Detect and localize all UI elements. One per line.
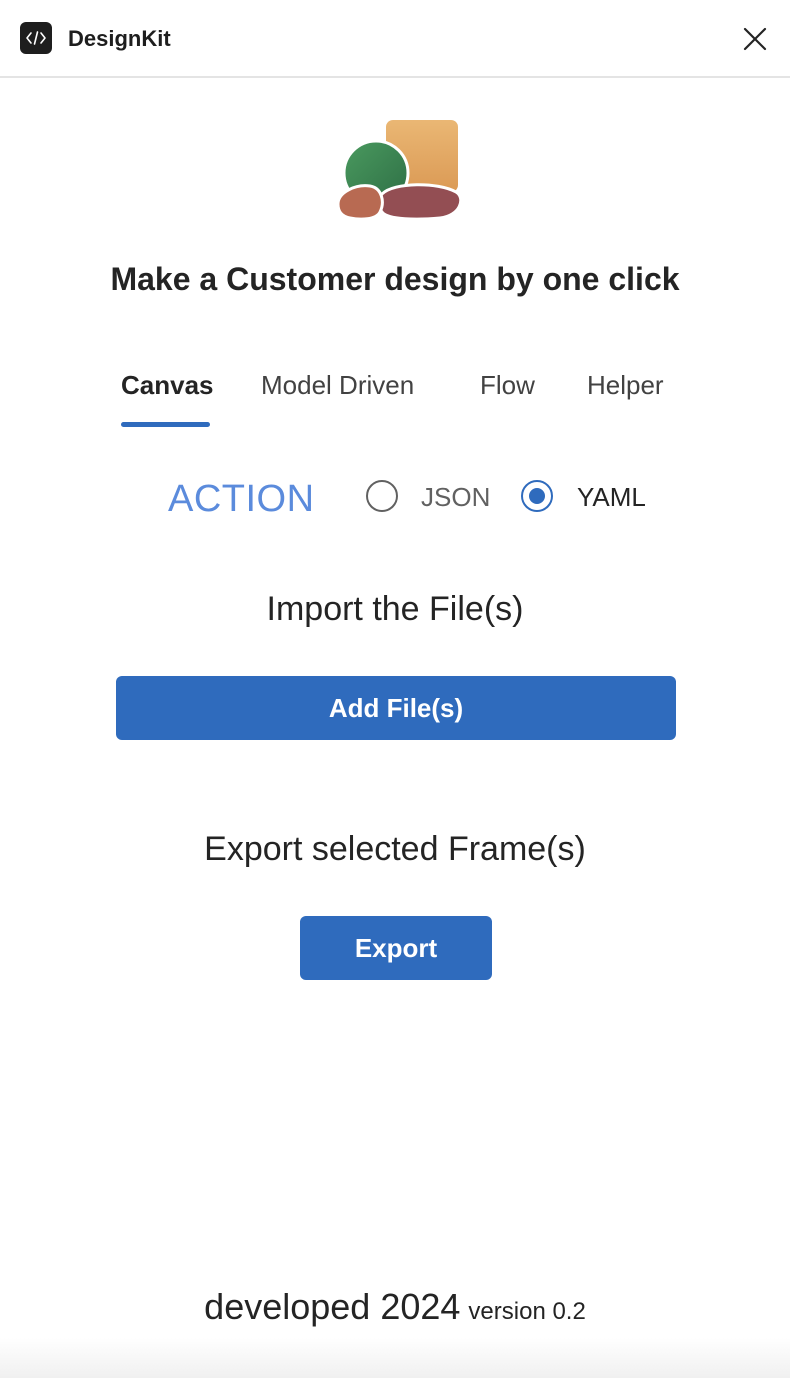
- yaml-radio[interactable]: [521, 480, 553, 512]
- tab-canvas[interactable]: Canvas: [121, 366, 214, 404]
- close-icon: [743, 27, 767, 51]
- developed-text: developed 2024: [204, 1286, 461, 1327]
- active-tab-indicator: [121, 422, 210, 427]
- json-radio-label[interactable]: JSON: [421, 480, 490, 514]
- terracotta-pebble-shape: [336, 184, 384, 221]
- tab-flow[interactable]: Flow: [480, 366, 535, 404]
- radio-selected-dot: [529, 488, 545, 504]
- version-text: version 0.2: [468, 1298, 586, 1325]
- tab-helper[interactable]: Helper: [587, 366, 664, 404]
- import-section-title: Import the File(s): [266, 590, 524, 628]
- action-label: ACTION: [168, 478, 315, 520]
- page-headline: Make a Customer design by one click: [110, 261, 680, 297]
- red-pebble-shape: [376, 183, 463, 221]
- export-section-title: Export selected Frame(s): [204, 830, 586, 868]
- close-button[interactable]: [740, 24, 770, 54]
- plugin-window: DesignKit Make a Customer design by one …: [0, 0, 790, 1378]
- code-brackets-icon: [20, 22, 52, 54]
- tab-model-driven[interactable]: Model Driven: [261, 366, 414, 404]
- hero-illustration: [336, 120, 463, 221]
- title-bar: DesignKit: [0, 0, 790, 78]
- app-title: DesignKit: [68, 26, 171, 51]
- export-button[interactable]: Export: [300, 916, 492, 980]
- add-files-button[interactable]: Add File(s): [116, 676, 676, 740]
- yaml-radio-label[interactable]: YAML: [577, 480, 646, 514]
- footer-shadow: [0, 1338, 790, 1378]
- footer: developed 2024 version 0.2: [0, 1286, 790, 1328]
- json-radio[interactable]: [366, 480, 398, 512]
